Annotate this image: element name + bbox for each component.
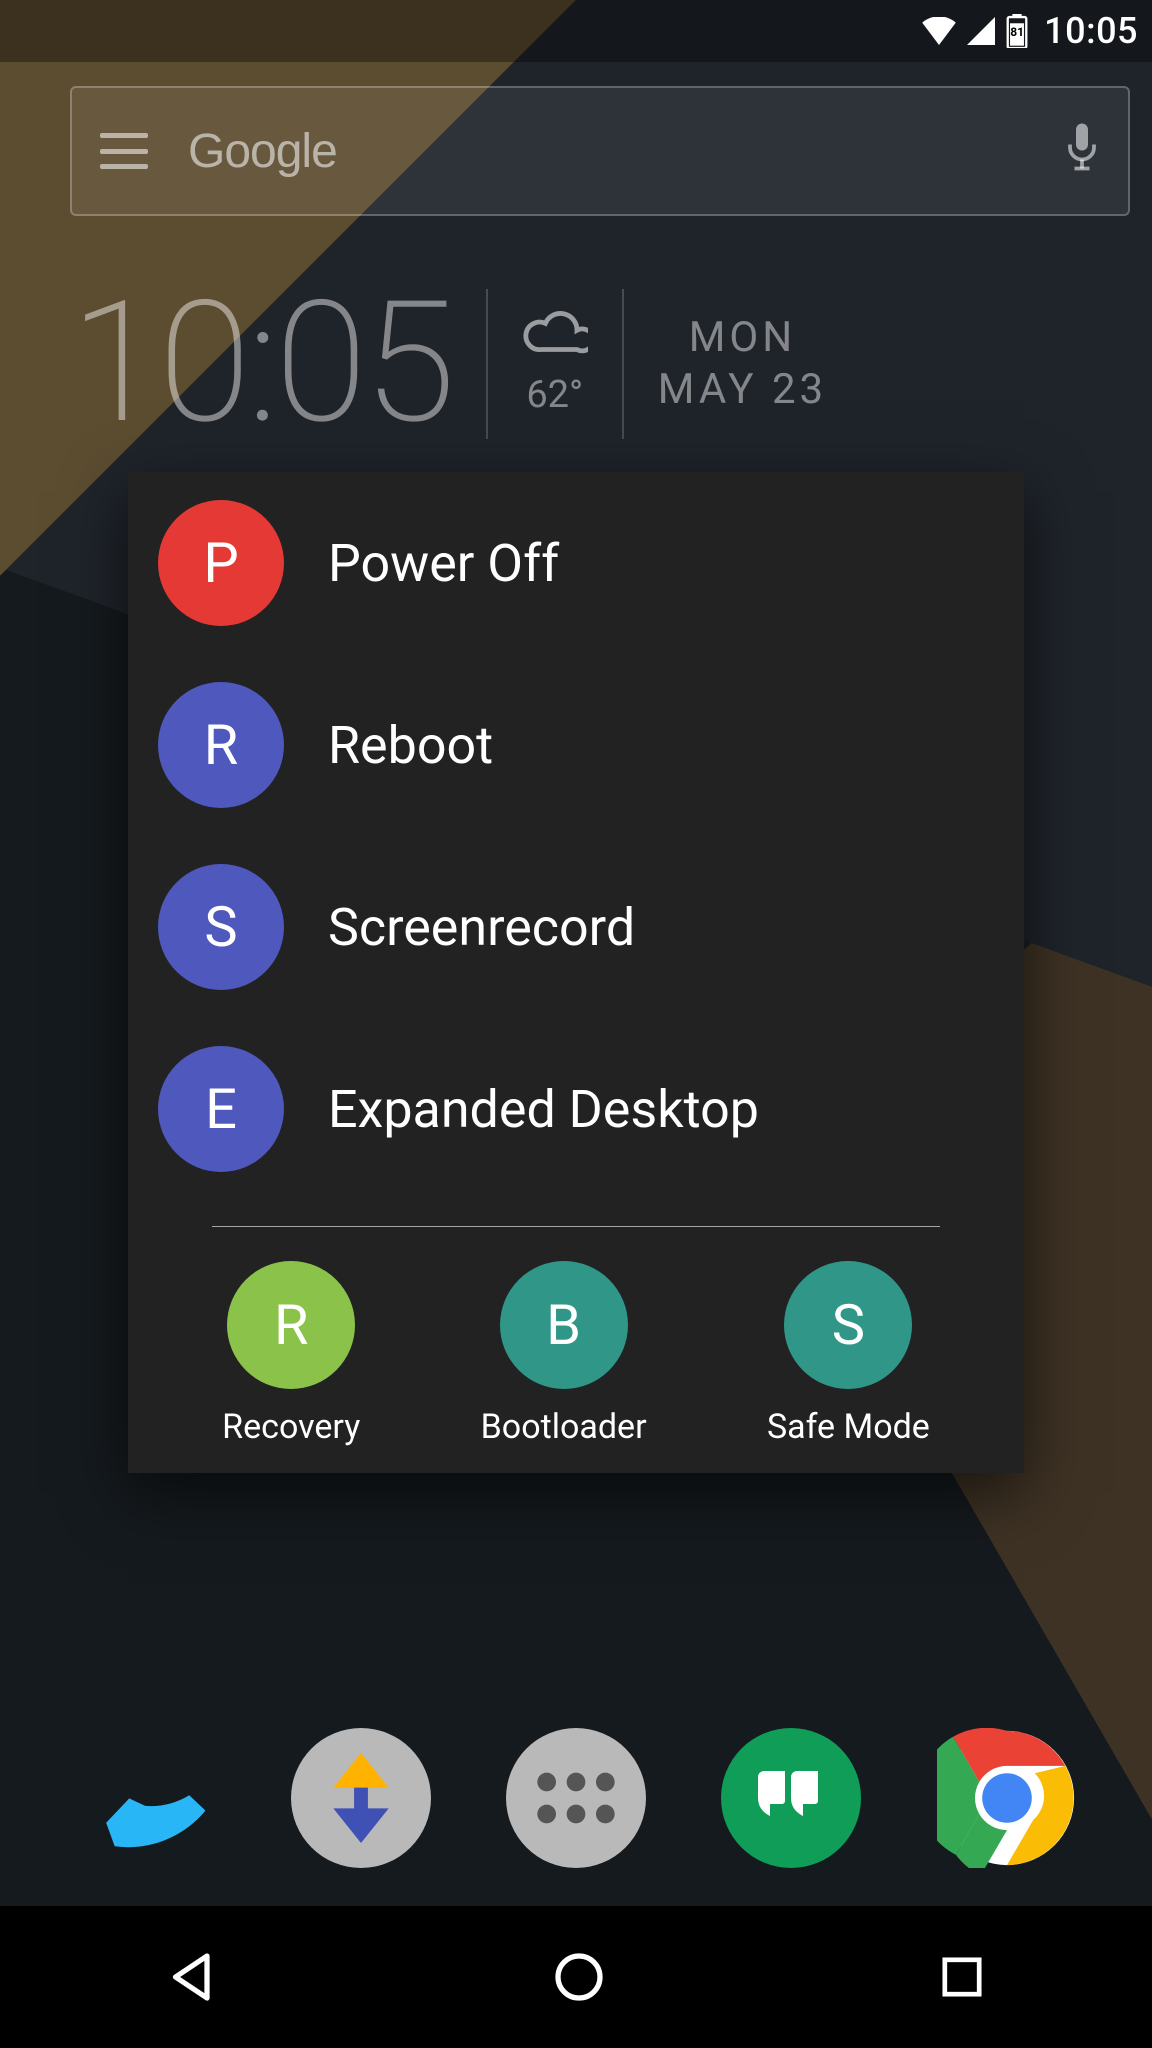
reboot-icon: R: [158, 682, 284, 808]
widget-divider: [486, 289, 488, 439]
power-menu-item-screenrecord[interactable]: S Screenrecord: [128, 836, 1024, 1018]
cloud-icon: [522, 311, 588, 359]
widget-divider: [622, 289, 624, 439]
power-menu-label: Recovery: [222, 1407, 360, 1447]
battery-icon: 81: [1006, 14, 1028, 48]
weather-temperature: 62°: [526, 373, 583, 417]
power-menu-label: Reboot: [328, 715, 493, 776]
safe-mode-icon: S: [784, 1261, 912, 1389]
widget-date-day: MON: [658, 312, 827, 365]
power-menu-divider: [212, 1226, 940, 1227]
power-menu-label: Power Off: [328, 533, 559, 594]
wifi-icon: [922, 17, 956, 45]
cellular-icon: [966, 17, 996, 45]
power-menu-item-safe-mode[interactable]: S Safe Mode: [767, 1261, 930, 1447]
clock-time: 10:05: [70, 280, 452, 448]
google-logo: Google: [188, 124, 337, 179]
power-menu-label: Safe Mode: [767, 1407, 930, 1447]
nav-back-icon[interactable]: [165, 1949, 221, 2005]
mic-icon[interactable]: [1064, 123, 1100, 179]
navigation-bar: [0, 1906, 1152, 2048]
nav-home-icon[interactable]: [551, 1949, 607, 2005]
clock-weather-widget[interactable]: 10:05 62° MON MAY 23: [70, 280, 1072, 448]
chrome-app-icon[interactable]: [937, 1728, 1077, 1868]
bootloader-icon: B: [500, 1261, 628, 1389]
power-menu-item-bootloader[interactable]: B Bootloader: [481, 1261, 647, 1447]
battery-pct: 81: [1006, 25, 1028, 39]
app-drawer-icon[interactable]: [506, 1728, 646, 1868]
screenrecord-icon: S: [158, 864, 284, 990]
google-search-bar[interactable]: Google: [70, 86, 1130, 216]
recovery-icon: R: [227, 1261, 355, 1389]
phone-app-icon[interactable]: [75, 1728, 215, 1868]
power-menu-item-recovery[interactable]: R Recovery: [222, 1261, 360, 1447]
hamburger-icon[interactable]: [100, 133, 148, 169]
power-menu-label: Expanded Desktop: [328, 1079, 759, 1140]
app-icon[interactable]: [291, 1728, 431, 1868]
power-menu-label: Screenrecord: [328, 897, 635, 958]
widget-date-md: MAY 23: [658, 364, 827, 417]
hangouts-app-icon[interactable]: [721, 1728, 861, 1868]
status-bar: 81 10:05: [0, 0, 1152, 62]
power-menu-label: Bootloader: [481, 1407, 647, 1447]
power-menu-item-power-off[interactable]: P Power Off: [128, 472, 1024, 654]
power-menu-dialog: P Power Off R Reboot S Screenrecord E Ex…: [128, 472, 1024, 1473]
nav-recents-icon[interactable]: [937, 1952, 987, 2002]
power-off-icon: P: [158, 500, 284, 626]
power-menu-item-reboot[interactable]: R Reboot: [128, 654, 1024, 836]
dock: [0, 1698, 1152, 1898]
widget-date: MON MAY 23: [658, 312, 827, 417]
power-menu-item-expanded-desktop[interactable]: E Expanded Desktop: [128, 1018, 1024, 1200]
status-time: 10:05: [1044, 10, 1138, 52]
expanded-desktop-icon: E: [158, 1046, 284, 1172]
